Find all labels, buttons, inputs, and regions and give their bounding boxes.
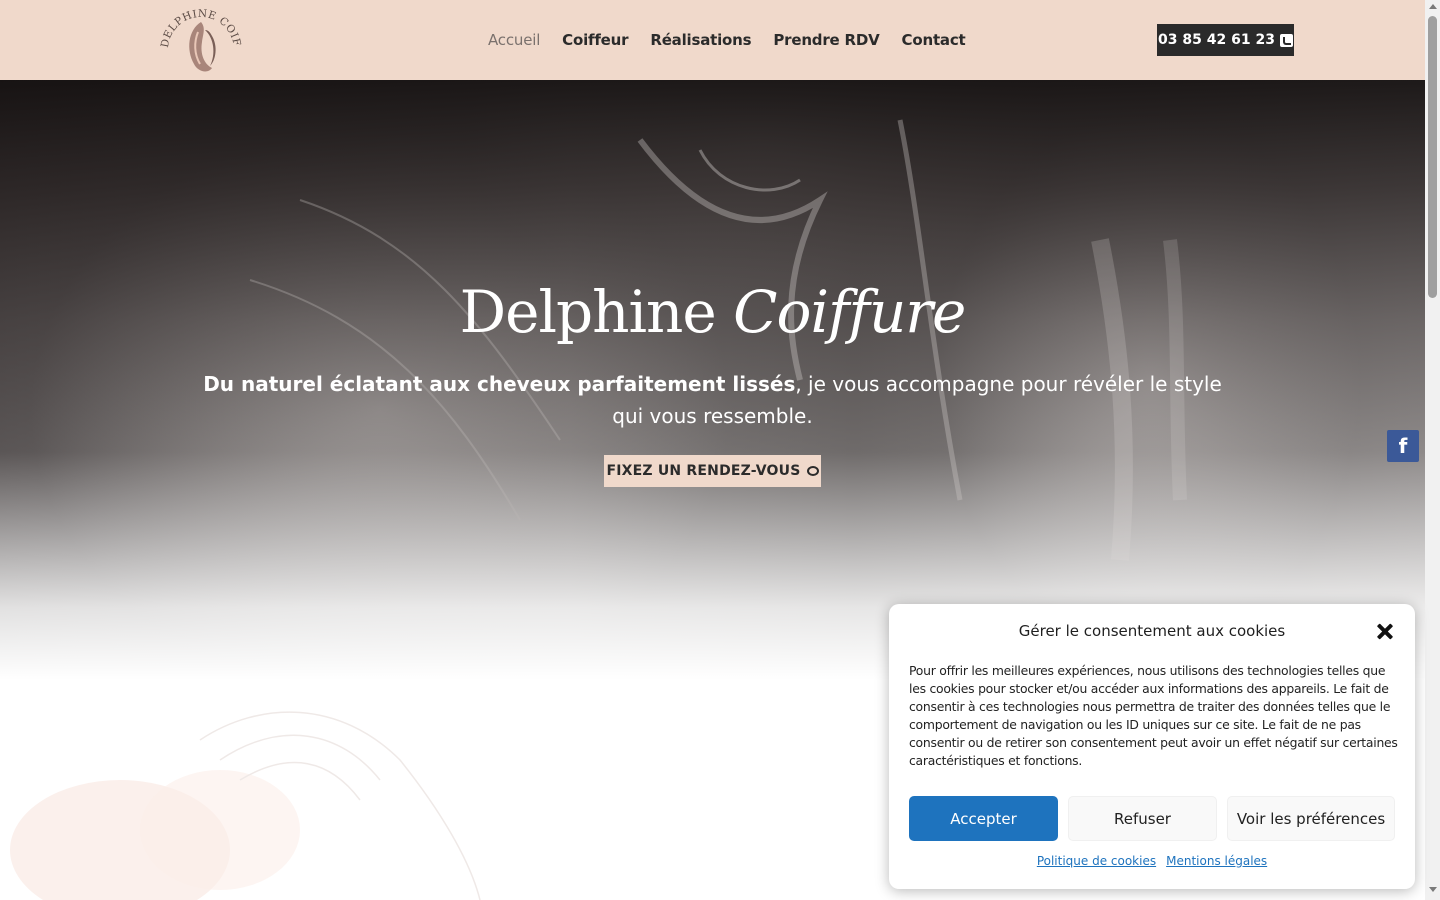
- phone-number: 03 85 42 61 23: [1158, 32, 1275, 48]
- scroll-up-arrow-icon[interactable]: [1429, 4, 1437, 9]
- phone-button[interactable]: 03 85 42 61 23: [1157, 24, 1294, 56]
- scroll-down-arrow-icon[interactable]: [1429, 887, 1437, 892]
- site-header: DELPHINE COIFFURE Accueil Coiffeur Réali…: [0, 0, 1425, 80]
- hero-title-italic: Coiffure: [733, 278, 966, 346]
- phone-icon: [1279, 33, 1293, 47]
- nav-item-contact[interactable]: Contact: [902, 31, 966, 49]
- refuse-button[interactable]: Refuser: [1068, 796, 1217, 841]
- scrollbar-thumb[interactable]: [1428, 16, 1437, 298]
- cookie-consent-dialog: Gérer le consentement aux cookies Pour o…: [889, 604, 1415, 889]
- logo-icon[interactable]: DELPHINE COIFFURE: [158, 2, 244, 78]
- cookie-dialog-title: Gérer le consentement aux cookies: [1018, 622, 1286, 640]
- accept-button[interactable]: Accepter: [909, 796, 1058, 841]
- flower-decoration: [10, 711, 481, 900]
- cookie-links: Politique de cookies Mentions légales: [889, 854, 1415, 868]
- nav-item-realisations[interactable]: Réalisations: [650, 31, 751, 49]
- legal-notice-link[interactable]: Mentions légales: [1166, 854, 1267, 868]
- preferences-button[interactable]: Voir les préférences: [1227, 796, 1395, 841]
- facebook-icon[interactable]: f: [1387, 430, 1419, 462]
- main-nav: Accueil Coiffeur Réalisations Prendre RD…: [488, 31, 966, 49]
- nav-item-coiffeur[interactable]: Coiffeur: [562, 31, 628, 49]
- close-icon[interactable]: [1375, 622, 1395, 642]
- hero-subtitle-bold: Du naturel éclatant aux cheveux parfaite…: [203, 372, 796, 396]
- cookie-policy-link[interactable]: Politique de cookies: [1037, 854, 1156, 868]
- appointment-button-label: FIXEZ UN RENDEZ-VOUS: [606, 463, 801, 479]
- nav-item-prendre-rdv[interactable]: Prendre RDV: [773, 31, 879, 49]
- hero-title: Delphine Coiffure: [0, 278, 1425, 346]
- nav-item-accueil[interactable]: Accueil: [488, 31, 540, 49]
- hero-subtitle: Du naturel éclatant aux cheveux parfaite…: [200, 368, 1225, 432]
- appointment-button[interactable]: FIXEZ UN RENDEZ-VOUS: [604, 455, 821, 487]
- hero-section: Delphine Coiffure Du naturel éclatant au…: [0, 80, 1425, 680]
- cookie-dialog-text: Pour offrir les meilleures expériences, …: [909, 663, 1398, 768]
- hero-title-main: Delphine: [459, 278, 717, 346]
- chat-bubble-icon: [806, 466, 819, 476]
